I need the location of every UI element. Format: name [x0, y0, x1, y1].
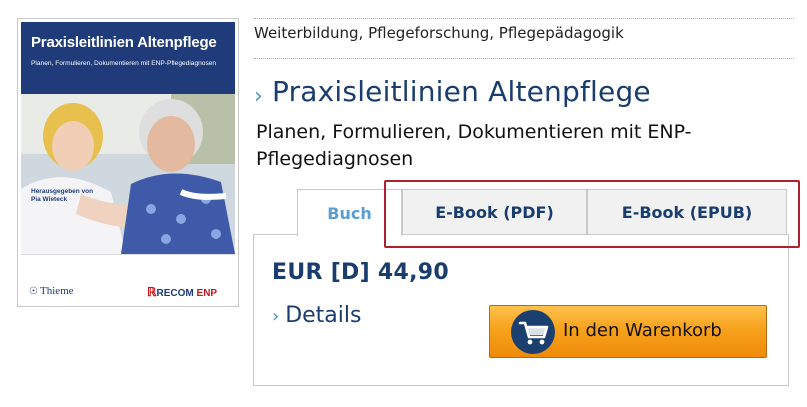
cover-footer: ☉ Thieme ℝRECOM ENP	[21, 254, 235, 303]
chevron-right-icon: ›	[272, 306, 280, 327]
cover-art: Praxisleitlinien Altenpflege Planen, For…	[21, 22, 235, 303]
cover-editor-name: Pia Wieteck	[31, 196, 68, 203]
imprint-suffix: ENP	[196, 288, 218, 299]
add-to-cart-button[interactable]: In den Warenkorb	[489, 305, 767, 358]
chevron-right-icon: ›	[254, 84, 263, 109]
thieme-icon: ☉	[29, 286, 38, 297]
details-link[interactable]: › Details	[272, 303, 361, 328]
divider-top	[254, 18, 794, 19]
cover-photo	[21, 94, 235, 254]
cart-button-label: In den Warenkorb	[563, 320, 722, 341]
cover-editor: Herausgegeben von Pia Wieteck	[31, 188, 93, 204]
price-label: EUR [D] 44,90	[272, 260, 450, 285]
product-subtitle: Planen, Formulieren, Dokumentieren mit E…	[256, 121, 692, 170]
cover-subtitle: Planen, Formulieren, Dokumentieren mit E…	[31, 60, 217, 67]
details-label: Details	[285, 303, 362, 328]
category-breadcrumb[interactable]: Weiterbildung, Pflegeforschung, Pflegepä…	[254, 24, 624, 42]
divider-middle	[254, 58, 794, 59]
cover-title: Praxisleitlinien Altenpflege	[31, 34, 217, 51]
imprint-logo: ℝRECOM ENP	[147, 285, 218, 299]
imprint-prefix: RECOM	[156, 288, 194, 299]
product-title: Praxisleitlinien Altenpflege	[272, 75, 651, 108]
cover-editor-label: Herausgegeben von	[31, 188, 94, 195]
tab-ebook-pdf[interactable]: E-Book (PDF)	[402, 189, 587, 235]
shopping-cart-icon	[511, 310, 555, 354]
cover-header	[21, 22, 235, 94]
tab-ebook-epub[interactable]: E-Book (EPUB)	[587, 189, 787, 235]
publisher-logo: ☉ Thieme	[29, 285, 74, 297]
book-cover[interactable]: Praxisleitlinien Altenpflege Planen, For…	[17, 18, 239, 307]
publisher-name: Thieme	[39, 285, 74, 297]
tab-buch[interactable]: Buch	[297, 189, 402, 236]
